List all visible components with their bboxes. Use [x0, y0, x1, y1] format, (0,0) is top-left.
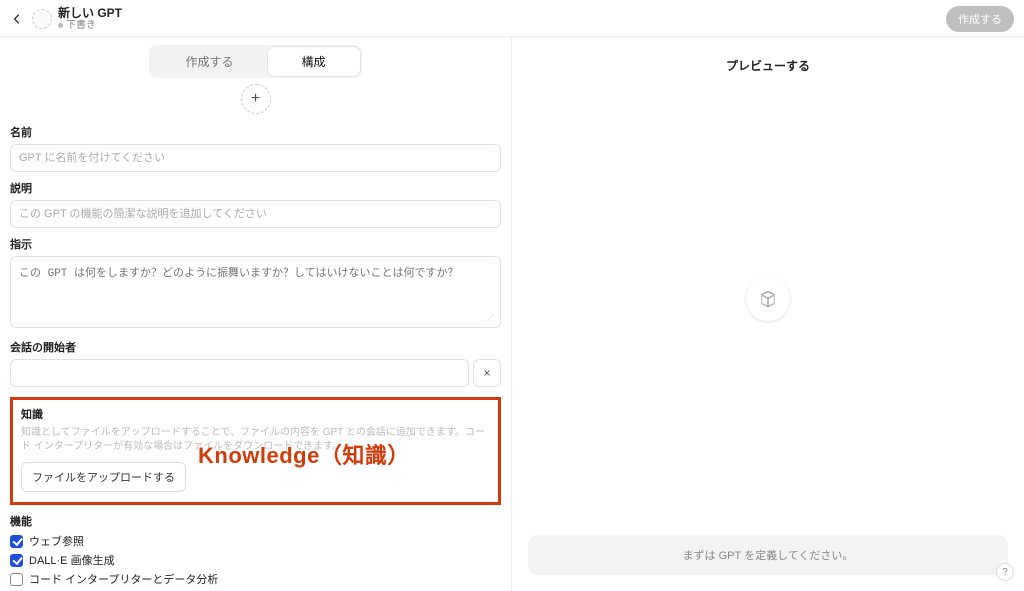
conversation-starter-row: ×	[10, 359, 501, 387]
capability-label: DALL·E 画像生成	[29, 552, 115, 568]
help-button[interactable]: ?	[996, 563, 1014, 581]
checkbox-checked-icon	[10, 554, 23, 567]
plus-icon: +	[251, 90, 260, 108]
name-input[interactable]	[10, 144, 501, 172]
checkbox-checked-icon	[10, 535, 23, 548]
page-title: 新しい GPT	[58, 7, 122, 20]
top-bar: 新しい GPT 下書き 作成する	[0, 0, 1024, 37]
close-icon: ×	[483, 366, 490, 380]
configure-form: 名前 説明 指示 ⋰ 会話の開始者 × 知識 知識としてファイルをアップロードす…	[0, 124, 511, 591]
knowledge-section: 知識 知識としてファイルをアップロードすることで、ファイルの内容を GPT との…	[10, 397, 501, 505]
left-pane: 作成する 構成 + 名前 説明 指示 ⋰ 会話の開始者 ×	[0, 37, 512, 591]
preview-pane: プレビューする まずは GPT を定義してください。 ?	[512, 37, 1024, 591]
avatar-row: +	[0, 78, 511, 116]
conversation-starter-input[interactable]	[10, 359, 469, 387]
name-label: 名前	[10, 124, 501, 140]
capability-code-interpreter[interactable]: コード インタープリターとデータ分析	[10, 571, 501, 587]
tab-configure[interactable]: 構成	[268, 47, 360, 76]
create-button[interactable]: 作成する	[946, 6, 1014, 32]
capability-label: コード インタープリターとデータ分析	[29, 571, 218, 587]
capabilities-label: 機能	[10, 513, 501, 529]
preview-footer: まずは GPT を定義してください。	[512, 523, 1024, 591]
back-button[interactable]	[8, 10, 26, 28]
description-input[interactable]	[10, 200, 501, 228]
tabs-track: 作成する 構成	[149, 45, 361, 78]
gpt-avatar-placeholder	[32, 9, 52, 29]
page-subtitle: 下書き	[58, 20, 122, 31]
checkbox-unchecked-icon	[10, 573, 23, 586]
title-block: 新しい GPT 下書き	[58, 7, 122, 31]
add-avatar-button[interactable]: +	[241, 84, 271, 114]
instructions-input[interactable]	[10, 256, 501, 328]
capability-dalle[interactable]: DALL·E 画像生成	[10, 552, 501, 568]
instructions-label: 指示	[10, 236, 501, 252]
upload-files-button[interactable]: ファイルをアップロードする	[21, 462, 186, 492]
capability-web-browsing[interactable]: ウェブ参照	[10, 533, 501, 549]
capabilities-list: ウェブ参照 DALL·E 画像生成 コード インタープリターとデータ分析	[10, 533, 501, 587]
tabs: 作成する 構成	[0, 37, 511, 78]
preview-placeholder-circle	[746, 277, 790, 321]
tab-create[interactable]: 作成する	[151, 47, 267, 76]
knowledge-label: 知識	[21, 406, 490, 422]
conversation-starters-label: 会話の開始者	[10, 339, 501, 355]
preview-message-box[interactable]: まずは GPT を定義してください。	[528, 535, 1008, 575]
draft-dot-icon	[58, 23, 63, 28]
cube-icon	[758, 289, 778, 309]
preview-center	[746, 74, 790, 523]
description-label: 説明	[10, 180, 501, 196]
instructions-wrap: ⋰	[10, 256, 501, 331]
preview-title: プレビューする	[726, 57, 810, 74]
capability-label: ウェブ参照	[29, 533, 84, 549]
chevron-left-icon	[11, 13, 23, 25]
top-bar-left: 新しい GPT 下書き	[8, 7, 122, 31]
knowledge-annotation: Knowledge（知識）	[198, 438, 410, 470]
split-panes: 作成する 構成 + 名前 説明 指示 ⋰ 会話の開始者 ×	[0, 37, 1024, 591]
remove-starter-button[interactable]: ×	[473, 359, 501, 387]
